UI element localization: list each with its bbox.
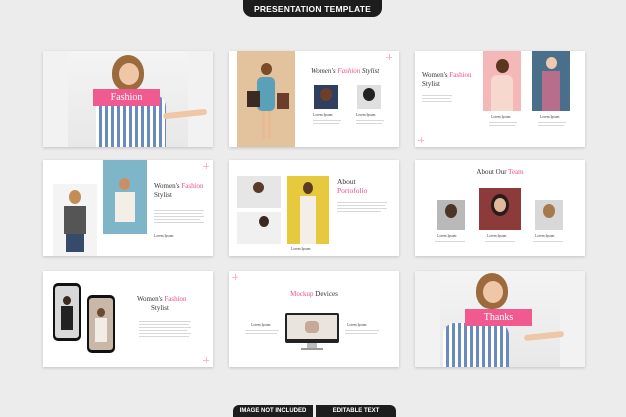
slide-title: About Our Team — [476, 168, 524, 176]
portrait-photo — [314, 85, 338, 109]
portfolio-photo — [237, 176, 281, 208]
phone-mockup — [53, 283, 81, 341]
slide-about-our-team[interactable]: About Our Team Lorem Ipsum Lorem Ipsum L… — [415, 160, 585, 256]
team-member-photo — [535, 200, 563, 230]
slide-womens-fashion-stylist-1[interactable]: Women's Fashion Stylist Lorem Ipsum Lore… — [229, 51, 399, 147]
template-title-banner: PRESENTATION TEMPLATE — [243, 0, 382, 17]
caption: Lorem Ipsum — [313, 113, 333, 117]
fashion-label: Fashion — [110, 92, 143, 103]
caption: Lorem Ipsum — [487, 234, 507, 238]
slide-thanks[interactable]: Thanks — [415, 271, 585, 367]
slide-title: Women's Fashion Stylist — [137, 295, 187, 312]
caption: Lorem Ipsum — [491, 115, 511, 119]
model-photo — [483, 51, 521, 111]
slide-womens-fashion-stylist-2[interactable]: Women's Fashion Stylist Lorem Ipsum Lorem… — [415, 51, 585, 147]
slide-mockup-devices[interactable]: Mockup Devices Lorem Ipsum Lorem Ipsum — [229, 271, 399, 367]
caption: Lorem Ipsum — [291, 247, 311, 251]
thanks-label-box: Thanks — [465, 309, 532, 326]
portfolio-photo — [237, 212, 281, 244]
caption: Lorem Ipsum — [540, 115, 560, 119]
thanks-label: Thanks — [483, 312, 514, 323]
phone-mockup — [87, 295, 115, 353]
caption: Lorem Ipsum — [535, 234, 555, 238]
model-photo — [532, 51, 570, 111]
portrait-photo — [357, 85, 381, 109]
model-photo — [103, 160, 147, 234]
caption: Lorem Ipsum — [154, 234, 174, 238]
caption: Lorem Ipsum — [251, 323, 271, 327]
footer-bar: IMAGE NOT INCLUDED EDITABLE TEXT — [233, 405, 396, 417]
image-not-included-badge: IMAGE NOT INCLUDED — [233, 405, 313, 417]
slide-womens-fashion-stylist-4[interactable]: Women's Fashion Stylist — [43, 271, 213, 367]
caption: Lorem Ipsum — [347, 323, 367, 327]
sparkle-icon — [232, 274, 238, 280]
slide-title: Women's Fashion Stylist — [154, 182, 204, 199]
template-title: PRESENTATION TEMPLATE — [253, 3, 372, 14]
sparkle-icon — [418, 137, 424, 143]
slide-about-portofolio[interactable]: About Portofolio Lorem Ipsum — [229, 160, 399, 256]
model-photo — [237, 51, 295, 147]
slide-title: About Portofolio — [337, 177, 368, 195]
slide-title: Women's Fashion Stylist — [311, 67, 380, 75]
team-member-photo — [479, 188, 521, 230]
fashion-label-box: Fashion — [93, 89, 160, 106]
editable-text-badge: EDITABLE TEXT — [316, 405, 396, 417]
monitor-mockup — [285, 313, 339, 343]
slide-fashion-cover[interactable]: Fashion — [43, 51, 213, 147]
slide-title: Mockup Devices — [290, 290, 338, 298]
slide-womens-fashion-stylist-3[interactable]: Women's Fashion Stylist Lorem Ipsum — [43, 160, 213, 256]
slide-title: Women's Fashion Stylist — [422, 71, 472, 88]
sparkle-icon — [386, 54, 392, 60]
portfolio-photo — [287, 176, 329, 244]
sparkle-icon — [203, 163, 209, 169]
sparkle-icon — [203, 357, 209, 363]
team-member-photo — [437, 200, 465, 230]
model-photo — [53, 184, 97, 256]
caption: Lorem Ipsum — [356, 113, 376, 117]
caption: Lorem Ipsum — [437, 234, 457, 238]
